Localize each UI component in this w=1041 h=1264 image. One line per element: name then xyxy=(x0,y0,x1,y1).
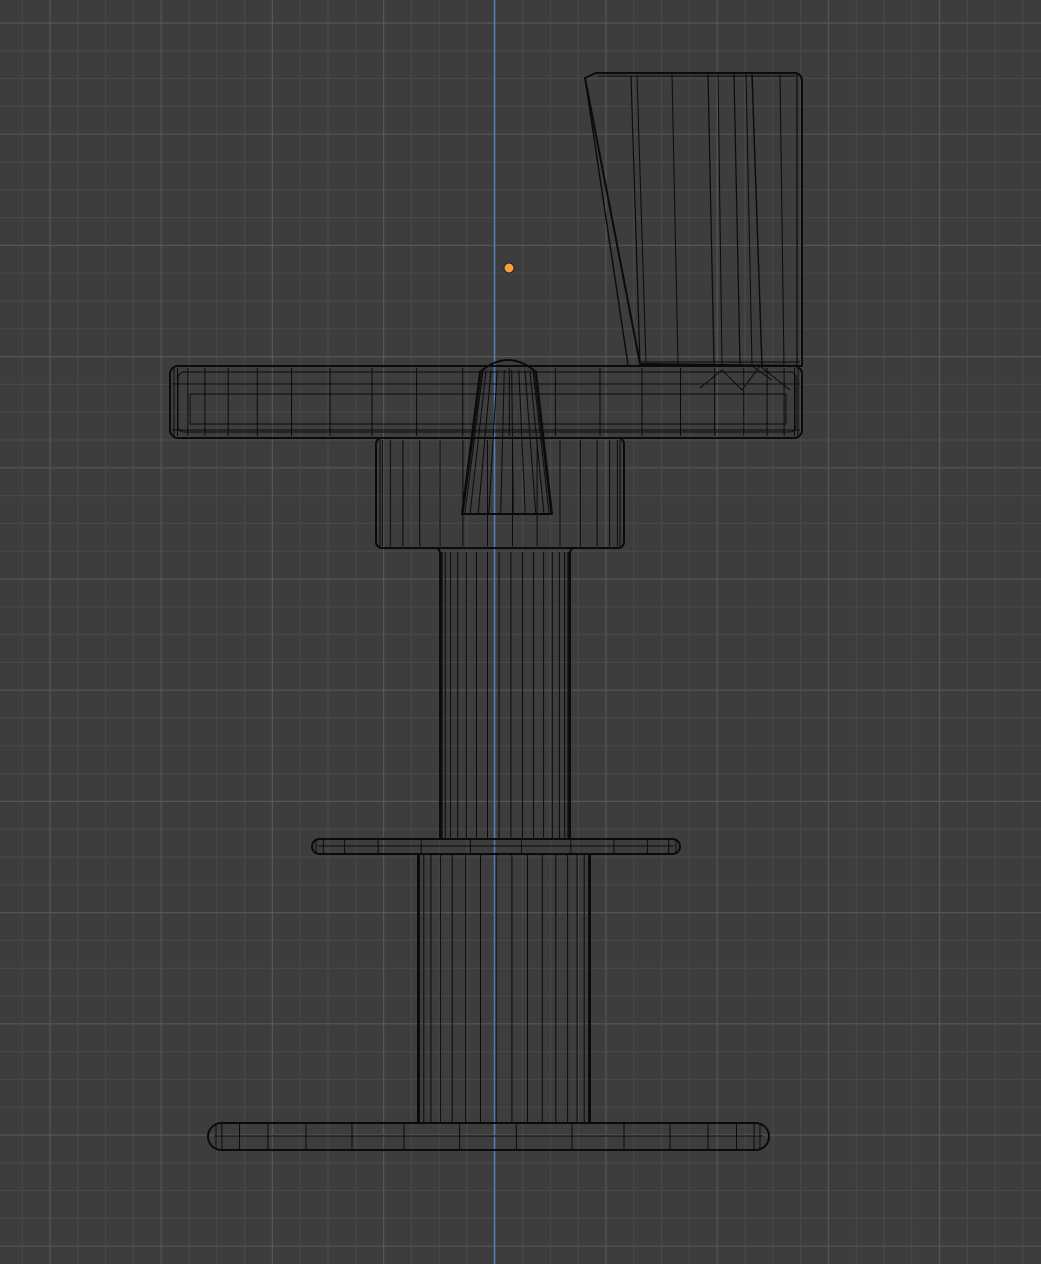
base-disc-mesh[interactable] xyxy=(207,1122,770,1151)
cone-edge xyxy=(500,369,505,515)
cone-edge xyxy=(488,369,498,515)
cone-edge xyxy=(518,369,526,515)
bar-stool-wireframe[interactable] xyxy=(169,72,803,1151)
backrest-mesh[interactable] xyxy=(584,72,803,391)
upper-column-mesh[interactable] xyxy=(437,547,573,840)
cone-edge xyxy=(532,369,550,515)
3d-viewport[interactable] xyxy=(0,0,1041,1264)
lower-column-mesh[interactable] xyxy=(417,854,591,1124)
viewport-grid xyxy=(0,0,1041,1264)
cone-edge xyxy=(524,369,537,515)
footrest-ring-mesh[interactable] xyxy=(311,838,681,855)
object-origin-icon[interactable] xyxy=(503,262,515,274)
seat-hub-mesh[interactable] xyxy=(375,437,625,549)
